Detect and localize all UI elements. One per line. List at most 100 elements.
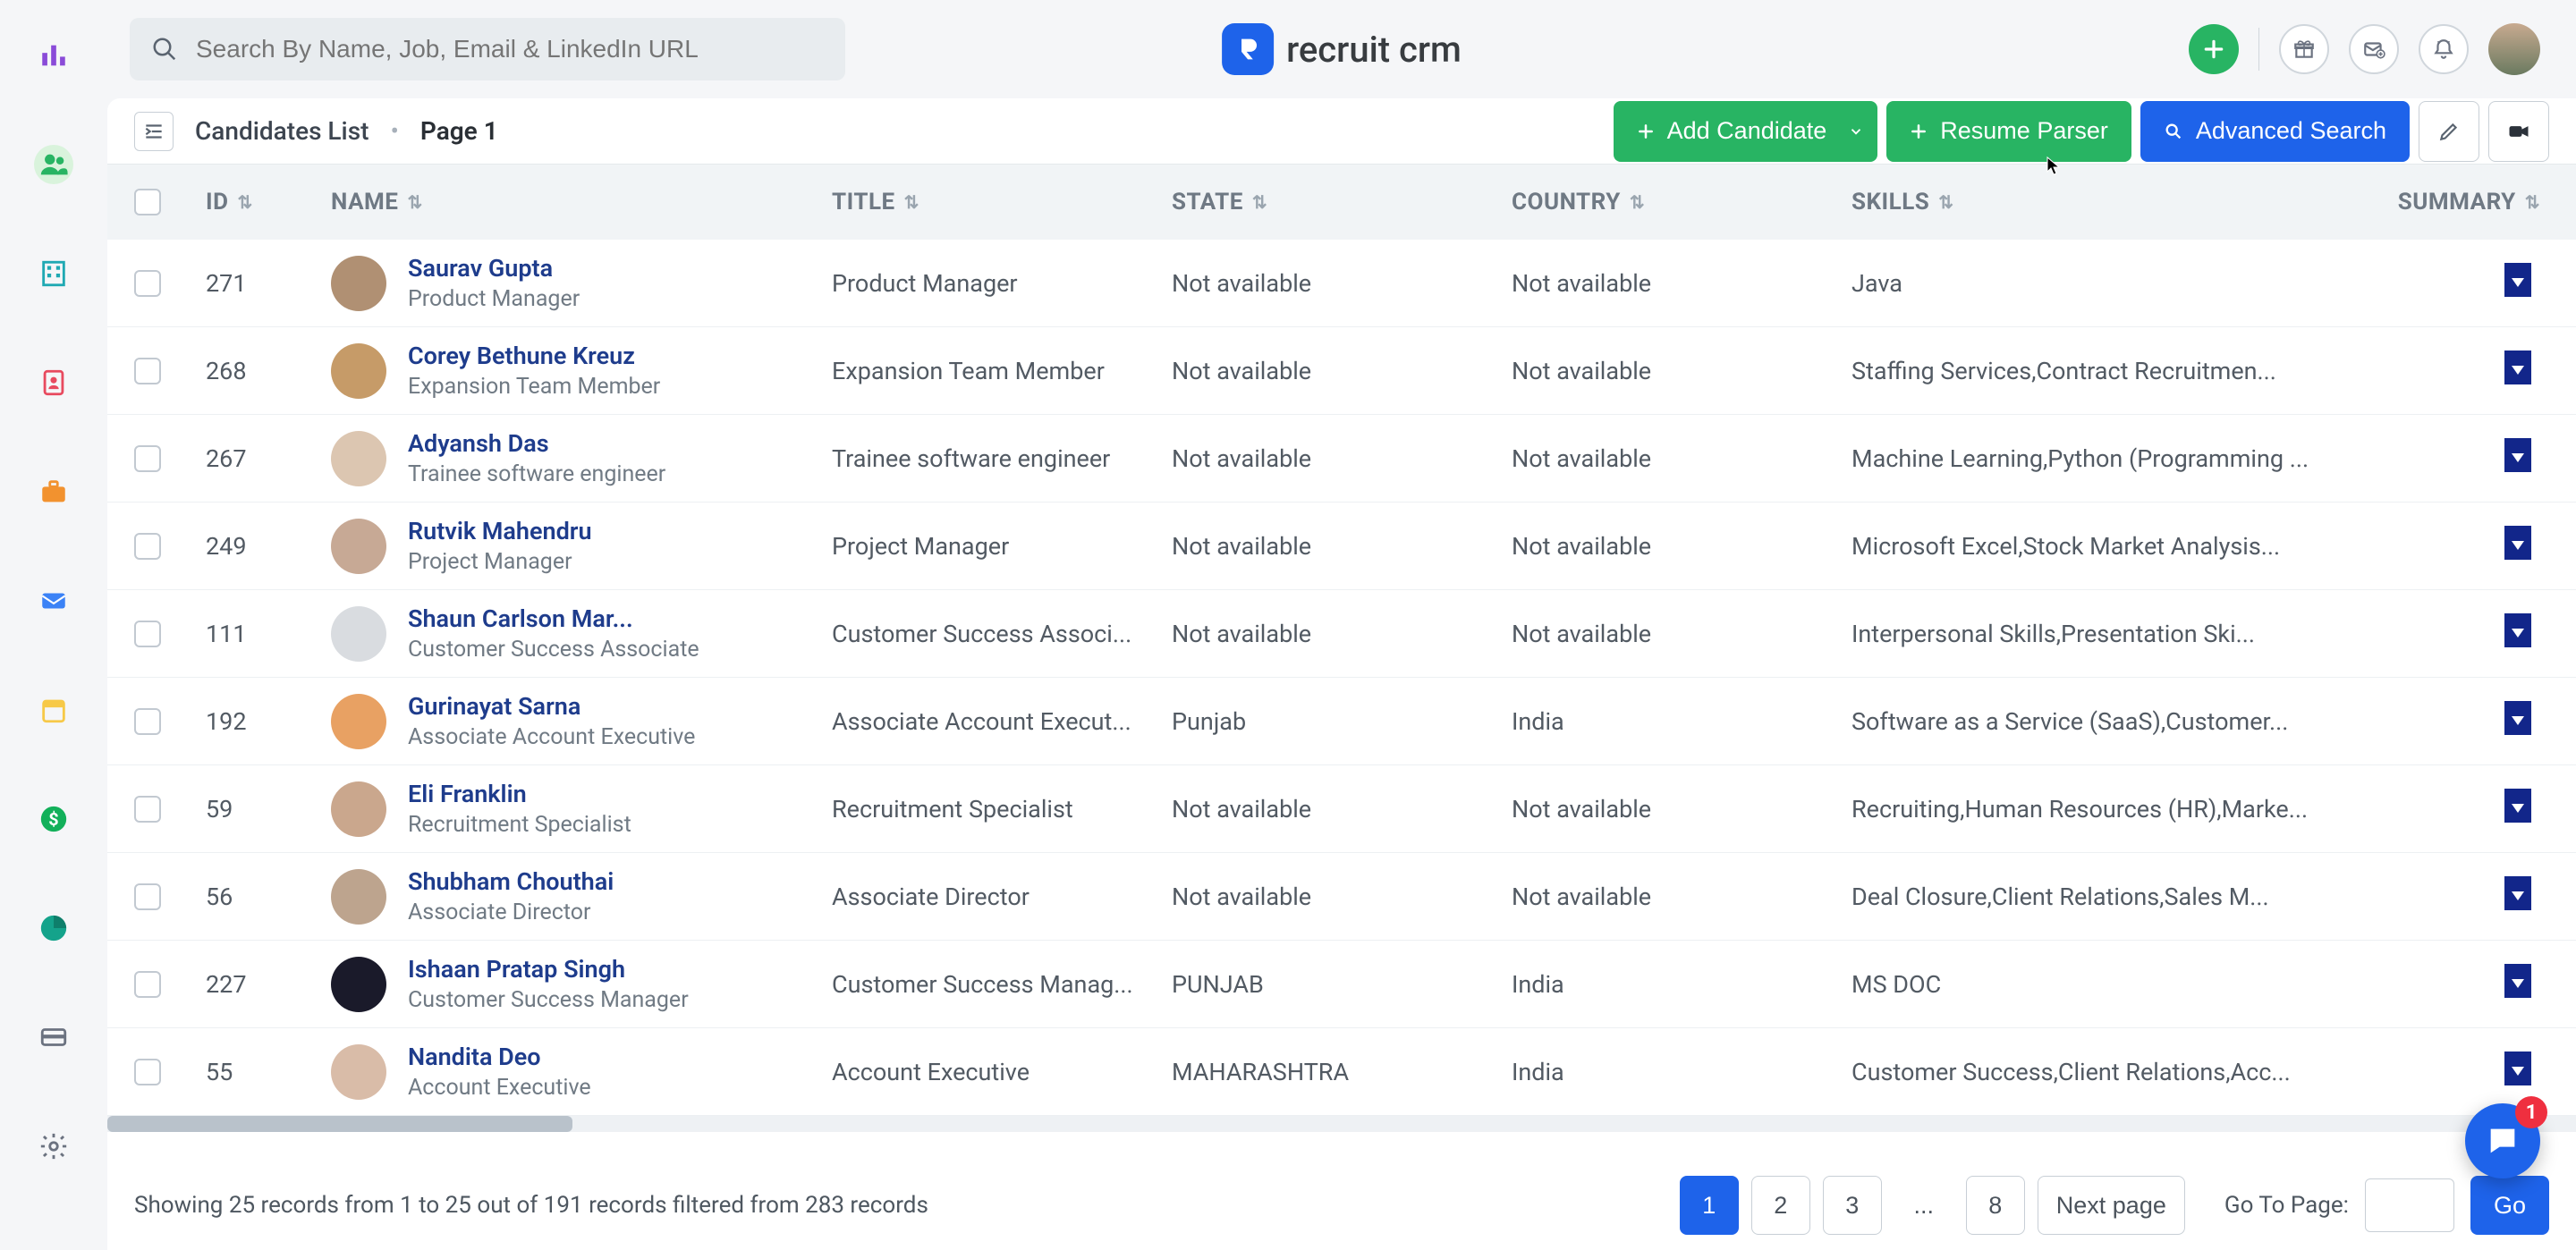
goto-input[interactable] xyxy=(2365,1178,2454,1232)
th-id[interactable]: ID⇅ xyxy=(206,189,331,215)
download-icon[interactable] xyxy=(2504,876,2531,910)
video-button[interactable] xyxy=(2488,101,2549,162)
candidate-name[interactable]: Adyansh Das xyxy=(408,429,665,458)
scrollbar-thumb[interactable] xyxy=(107,1116,572,1132)
sidebar-item-deals[interactable]: $ xyxy=(34,799,73,839)
row-checkbox[interactable] xyxy=(134,708,161,735)
select-all-checkbox[interactable] xyxy=(134,189,161,215)
table-row[interactable]: 249 Rutvik Mahendru Project Manager Proj… xyxy=(107,503,2576,590)
table-row[interactable]: 192 Gurinayat Sarna Associate Account Ex… xyxy=(107,678,2576,765)
th-summary[interactable]: SUMMARY⇅ xyxy=(2352,189,2549,215)
download-icon[interactable] xyxy=(2504,613,2531,647)
th-skills[interactable]: SKILLS⇅ xyxy=(1852,189,2352,215)
download-icon[interactable] xyxy=(2504,964,2531,998)
page-button-3[interactable]: 3 xyxy=(1823,1176,1882,1235)
download-icon[interactable] xyxy=(2504,701,2531,735)
download-icon[interactable] xyxy=(2504,1052,2531,1085)
table-row[interactable]: 55 Nandita Deo Account Executive Account… xyxy=(107,1028,2576,1116)
bell-icon xyxy=(2432,38,2455,61)
gift-icon xyxy=(2292,38,2316,61)
candidate-name[interactable]: Shubham Chouthai xyxy=(408,867,614,896)
cell-country: Not available xyxy=(1512,532,1852,561)
gift-button[interactable] xyxy=(2279,24,2329,74)
sidebar-item-candidates[interactable] xyxy=(34,145,73,184)
row-checkbox[interactable] xyxy=(134,1059,161,1085)
cell-state: MAHARASHTRA xyxy=(1172,1058,1512,1086)
row-checkbox[interactable] xyxy=(134,533,161,560)
sidebar-item-companies[interactable] xyxy=(34,254,73,293)
table-row[interactable]: 267 Adyansh Das Trainee software enginee… xyxy=(107,415,2576,503)
candidate-name[interactable]: Shaun Carlson Mar... xyxy=(408,604,699,633)
bell-button[interactable] xyxy=(2419,24,2469,74)
candidate-name[interactable]: Gurinayat Sarna xyxy=(408,692,695,721)
download-icon[interactable] xyxy=(2504,351,2531,384)
candidate-name[interactable]: Rutvik Mahendru xyxy=(408,517,592,545)
row-checkbox[interactable] xyxy=(134,883,161,910)
sidebar-item-billing[interactable] xyxy=(34,1018,73,1057)
table-row[interactable]: 271 Saurav Gupta Product Manager Product… xyxy=(107,240,2576,327)
row-checkbox[interactable] xyxy=(134,445,161,472)
sidebar-item-calendar[interactable] xyxy=(34,690,73,730)
page-header: Candidates List • Page 1 Add Candidate R… xyxy=(107,98,2576,165)
sidebar-item-mail[interactable] xyxy=(34,581,73,621)
table-row[interactable]: 227 Ishaan Pratap Singh Customer Success… xyxy=(107,941,2576,1028)
candidate-name[interactable]: Saurav Gupta xyxy=(408,254,580,283)
candidate-avatar xyxy=(331,957,386,1012)
page-button-1[interactable]: 1 xyxy=(1680,1176,1739,1235)
candidate-name[interactable]: Ishaan Pratap Singh xyxy=(408,955,689,984)
sidebar-item-analytics[interactable] xyxy=(34,36,73,75)
candidate-role: Associate Account Executive xyxy=(408,724,695,750)
user-avatar[interactable] xyxy=(2488,23,2540,75)
download-icon[interactable] xyxy=(2504,789,2531,823)
th-state[interactable]: STATE⇅ xyxy=(1172,189,1512,215)
search-box[interactable] xyxy=(130,18,845,80)
add-candidate-dropdown[interactable] xyxy=(1835,101,1877,162)
download-icon[interactable] xyxy=(2504,263,2531,297)
row-checkbox[interactable] xyxy=(134,796,161,823)
sidebar-item-contacts[interactable] xyxy=(34,363,73,402)
brand: recruit crm xyxy=(1222,23,1462,75)
chat-fab[interactable]: 1 xyxy=(2465,1103,2540,1178)
download-icon[interactable] xyxy=(2504,526,2531,560)
table-row[interactable]: 268 Corey Bethune Kreuz Expansion Team M… xyxy=(107,327,2576,415)
table-row[interactable]: 111 Shaun Carlson Mar... Customer Succes… xyxy=(107,590,2576,678)
page-button-8[interactable]: 8 xyxy=(1966,1176,2025,1235)
sidebar-item-settings[interactable] xyxy=(34,1127,73,1166)
row-checkbox[interactable] xyxy=(134,358,161,384)
sidebar-item-reports[interactable] xyxy=(34,908,73,948)
edit-columns-button[interactable] xyxy=(2419,101,2479,162)
sort-icon: ⇅ xyxy=(904,191,919,213)
th-country[interactable]: COUNTRY⇅ xyxy=(1512,189,1852,215)
th-name[interactable]: NAME⇅ xyxy=(331,189,832,215)
go-button[interactable]: Go xyxy=(2470,1176,2549,1235)
row-checkbox[interactable] xyxy=(134,971,161,998)
table-row[interactable]: 59 Eli Franklin Recruitment Specialist R… xyxy=(107,765,2576,853)
mail-notif-button[interactable] xyxy=(2349,24,2399,74)
topbar: recruit crm xyxy=(107,0,2576,98)
candidate-avatar xyxy=(331,781,386,837)
candidate-name[interactable]: Eli Franklin xyxy=(408,780,631,808)
add-button[interactable] xyxy=(2189,24,2239,74)
horizontal-scrollbar[interactable] xyxy=(107,1116,2576,1132)
table-row[interactable]: 56 Shubham Chouthai Associate Director A… xyxy=(107,853,2576,941)
th-title[interactable]: TITLE⇅ xyxy=(832,189,1172,215)
row-checkbox[interactable] xyxy=(134,621,161,647)
candidate-name[interactable]: Nandita Deo xyxy=(408,1043,591,1071)
download-icon[interactable] xyxy=(2504,438,2531,472)
global-search-input[interactable] xyxy=(196,35,824,63)
list-toggle-button[interactable] xyxy=(134,112,174,151)
sidebar-item-jobs[interactable] xyxy=(34,472,73,511)
row-checkbox[interactable] xyxy=(134,270,161,297)
resume-parser-button[interactable]: Resume Parser xyxy=(1886,101,2131,162)
candidate-avatar xyxy=(331,343,386,399)
next-page-button[interactable]: Next page xyxy=(2038,1176,2185,1235)
cell-country: Not available xyxy=(1512,444,1852,473)
add-candidate-button[interactable]: Add Candidate xyxy=(1614,101,1844,162)
candidate-name[interactable]: Corey Bethune Kreuz xyxy=(408,342,660,370)
page-button-2[interactable]: 2 xyxy=(1751,1176,1810,1235)
people-icon xyxy=(38,149,69,180)
advanced-search-button[interactable]: Advanced Search xyxy=(2140,101,2410,162)
top-actions xyxy=(2189,23,2540,75)
gear-icon xyxy=(38,1131,69,1161)
cell-state: Punjab xyxy=(1172,707,1512,736)
